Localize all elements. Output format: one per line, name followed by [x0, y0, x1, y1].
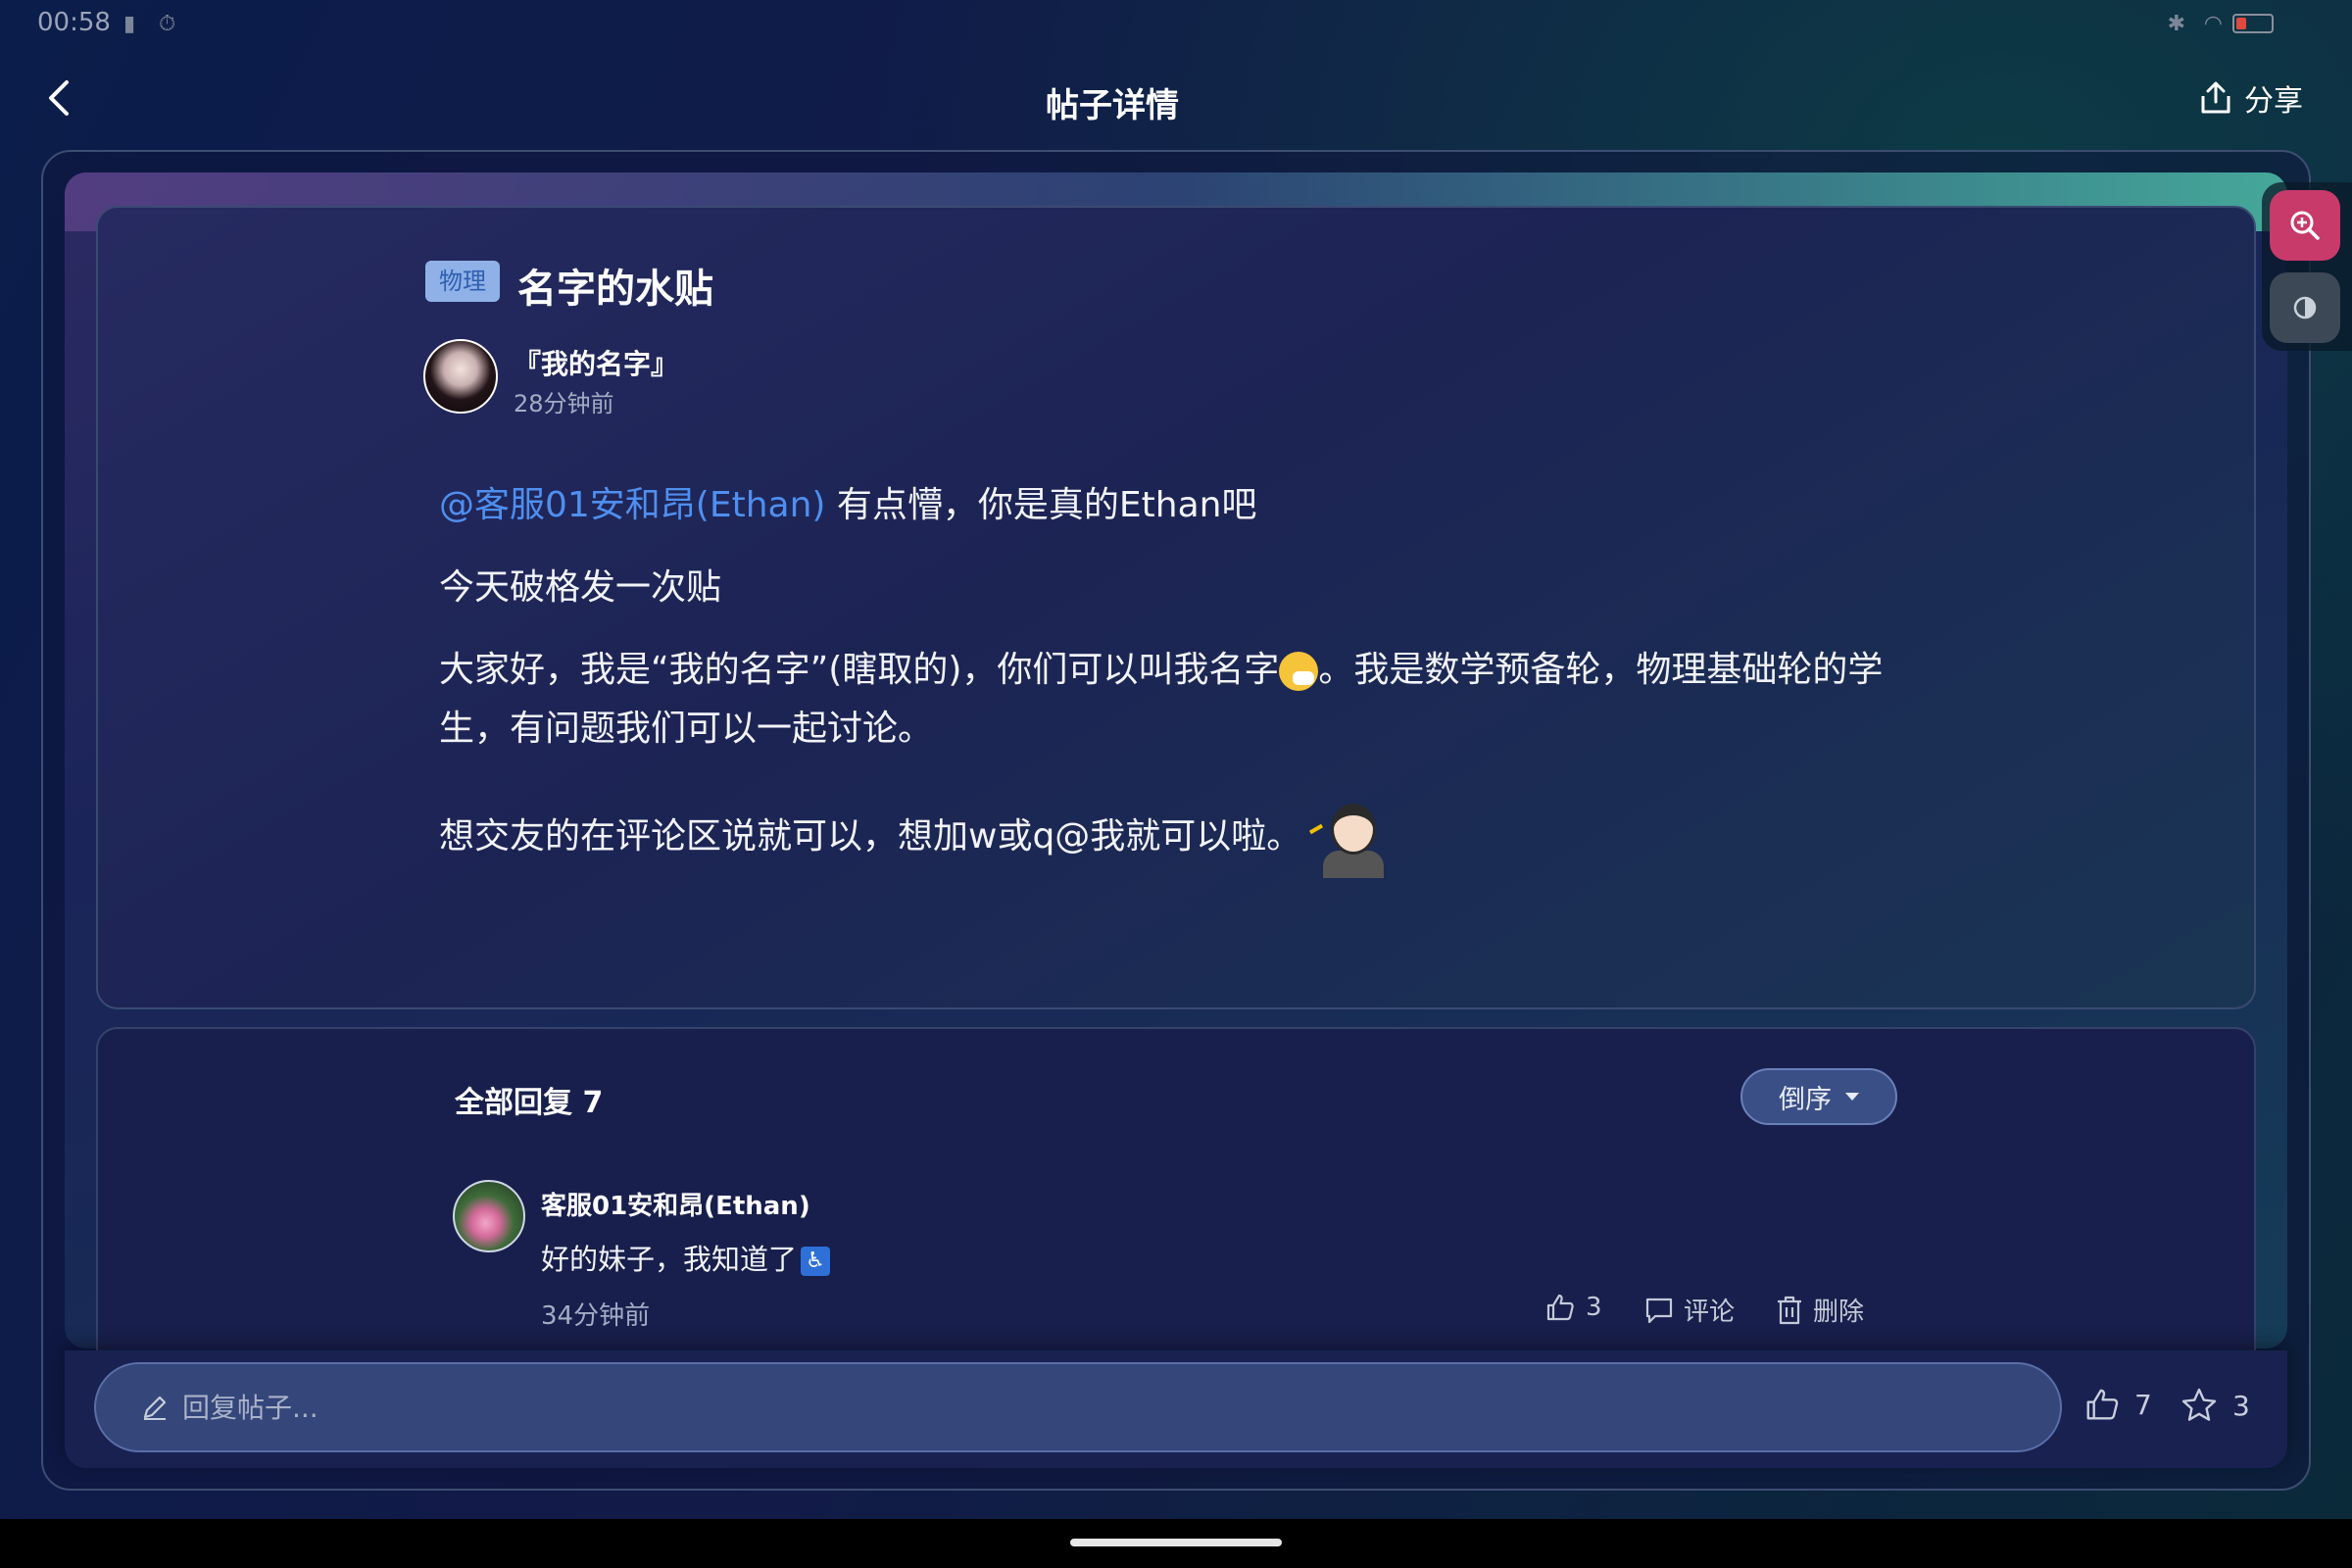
contrast-icon: [2293, 296, 2317, 319]
zoom-button[interactable]: [2270, 190, 2340, 261]
status-bar: 00:58 ▮ ⏱ ✱ ◠: [0, 0, 2352, 49]
home-indicator[interactable]: [1070, 1539, 1282, 1546]
thumbs-up-icon: [1546, 1294, 1574, 1321]
battery-icon: [2232, 14, 2274, 33]
top-bar: 帖子详情 分享: [0, 49, 2352, 147]
contrast-button[interactable]: [2270, 272, 2340, 343]
post-title: 名字的水贴: [517, 267, 713, 312]
trash-icon: [1778, 1296, 1801, 1324]
sneeze-emoji-icon: [1279, 652, 1319, 691]
reply-text: 好的妹子，我知道了 ♿: [541, 1237, 831, 1278]
page-title: 帖子详情: [1046, 86, 1179, 125]
favorite-button[interactable]: 3: [2180, 1386, 2250, 1425]
post-time: 28分钟前: [514, 390, 614, 417]
battery-saver-icon: ▮: [123, 12, 136, 36]
timer-icon: ⏱: [159, 12, 176, 36]
side-toolbar: [2262, 182, 2352, 351]
bluetooth-icon: ✱: [2167, 12, 2185, 36]
avatar[interactable]: [453, 1180, 525, 1252]
post-line-4: 想交友的在评论区说就可以，想加w或q@我就可以啦。: [439, 798, 1968, 878]
author-name[interactable]: 『我的名字』: [514, 343, 678, 382]
pencil-icon: [143, 1396, 167, 1420]
sticker-icon: [1309, 798, 1390, 878]
share-label: 分享: [2244, 84, 2303, 119]
reply-comment-button[interactable]: 评论: [1644, 1292, 1735, 1328]
wifi-icon: ◠: [2203, 12, 2223, 36]
star-icon: [2181, 1388, 2217, 1421]
share-button[interactable]: 分享: [2199, 76, 2303, 120]
post-line-3: 大家好，我是“我的名字”(瞎取的)，你们可以叫我名字 。我是数学预备轮，物理基础轮…: [439, 650, 1884, 749]
replies-title: 全部回复 7: [455, 1086, 604, 1120]
reply-like-count: 3: [1586, 1293, 1602, 1322]
reply-time: 34分钟前: [541, 1301, 651, 1331]
reply-comment-label: 评论: [1684, 1298, 1736, 1327]
sort-label: 倒序: [1779, 1084, 1832, 1115]
reply-delete-button[interactable]: 删除: [1776, 1292, 1864, 1328]
post-line-1: @客服01安和昂(Ethan) 有点懵，你是真的Ethan吧: [439, 485, 1257, 525]
thumbs-up-icon: [2086, 1389, 2119, 1420]
favorite-count: 3: [2232, 1389, 2250, 1422]
reply-like-button[interactable]: 3: [1544, 1292, 1602, 1323]
accessibility-emoji-icon: ♿: [801, 1247, 831, 1276]
comment-icon: [1645, 1298, 1673, 1323]
post-line-2: 今天破格发一次贴: [439, 567, 722, 608]
mention-link[interactable]: @客服01安和昂(Ethan): [439, 485, 825, 525]
share-icon: [2201, 81, 2230, 114]
post-like-count: 7: [2134, 1388, 2152, 1421]
sort-dropdown[interactable]: 倒序: [1740, 1068, 1897, 1125]
avatar[interactable]: [423, 339, 498, 414]
replies-card: [96, 1027, 2256, 1350]
reply-author-name[interactable]: 客服01安和昂(Ethan): [541, 1186, 810, 1222]
subject-tag[interactable]: 物理: [425, 261, 500, 302]
reply-delete-label: 删除: [1813, 1298, 1865, 1327]
caret-down-icon: [1845, 1093, 1859, 1101]
reply-input-container[interactable]: [94, 1362, 2062, 1452]
post-like-button[interactable]: 7: [2083, 1386, 2152, 1423]
status-time: 00:58: [37, 8, 111, 37]
reply-input[interactable]: [182, 1391, 1946, 1424]
zoom-in-icon: [2290, 211, 2320, 240]
